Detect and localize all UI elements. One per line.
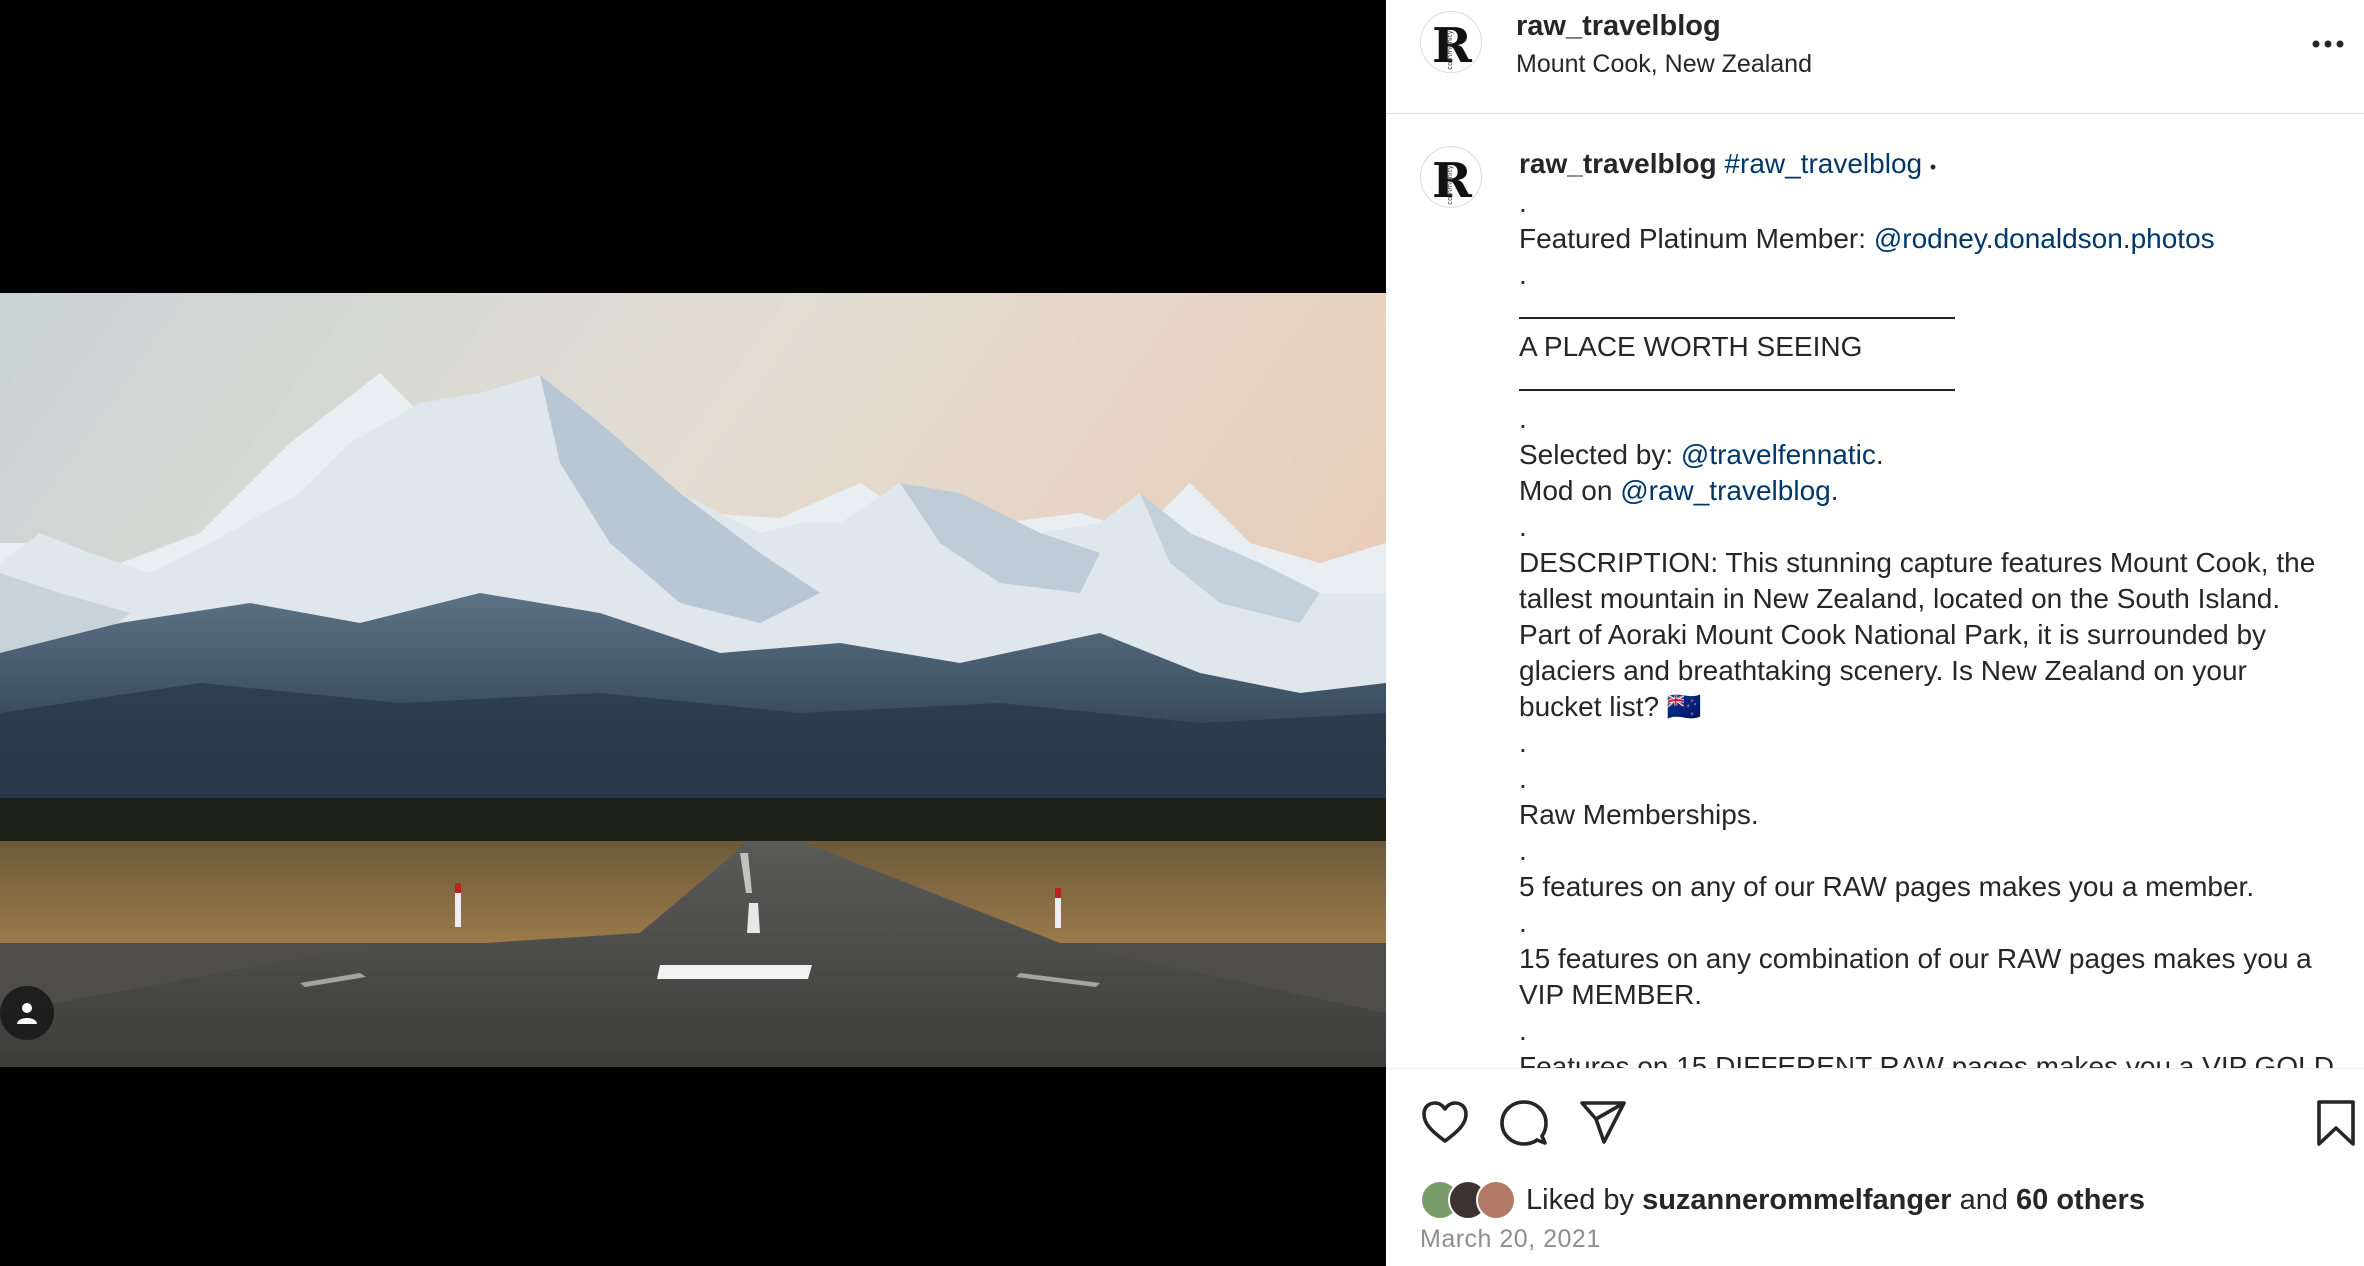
post-header: R community raw_travelblog Mount Cook, N… [1386,0,2364,114]
mountain-road-image [0,293,1386,1067]
caption-dot: . [1519,1015,1527,1046]
caption-dot: . [1519,259,1527,290]
actions-divider [1386,1068,2364,1069]
mod-handle[interactable]: @raw_travelblog [1620,475,1831,506]
caption-member-rule: 5 features on any of our RAW pages makes… [1519,871,2255,902]
likes-others[interactable]: 60 others [2016,1184,2145,1216]
post-panel: R community raw_travelblog Mount Cook, N… [1386,0,2364,1266]
avatar-subtext: community [1446,165,1454,204]
caption-dot: . [1519,403,1527,434]
mod-period: . [1830,475,1839,506]
caption-heading: A PLACE WORTH SEEING [1519,331,1863,362]
author-avatar[interactable]: R community [1420,11,1482,73]
avatar-subtext: community [1446,30,1454,69]
caption-memberships: Raw Memberships. [1519,799,1759,830]
likes-prefix: Liked by [1526,1183,1635,1216]
caption-vip-rule: 15 features on any combination of our RA… [1519,943,2312,1010]
post-location[interactable]: Mount Cook, New Zealand [1516,50,1812,79]
selected-handle[interactable]: @travelfennatic [1681,439,1876,470]
selected-period: . [1875,439,1884,470]
mod-line: Mod on @raw_travelblog. [1519,473,2331,509]
more-dots-icon[interactable] [2306,26,2350,62]
caption-vip-gold-rule: Features on 15 DIFFERENT RAW pages makes… [1519,1051,2334,1068]
featured-prefix: Featured Platinum Member: [1519,223,1867,254]
post-photo[interactable] [0,293,1386,1067]
caption-username[interactable]: raw_travelblog [1519,148,1717,179]
caption-divider [1519,293,1955,319]
post-date[interactable]: March 20, 2021 [1420,1225,1601,1254]
likes-text: Liked by suzannerommelfanger and 60 othe… [1526,1184,2145,1217]
caption-dot: . [1519,187,1527,218]
mod-prefix: Mod on [1519,475,1613,506]
caption-bullet: • [1929,157,1937,177]
user-tag-icon [17,1003,37,1024]
caption-dot: . [1519,763,1527,794]
liker-avatar[interactable] [1476,1180,1516,1220]
bookmark-icon[interactable] [2314,1098,2358,1148]
caption-dot: . [1519,727,1527,758]
heart-icon[interactable] [1420,1098,1470,1148]
caption-hashtag[interactable]: #raw_travelblog [1724,148,1922,179]
caption-text: raw_travelblog #raw_travelblog • . Featu… [1519,146,2334,1068]
comment-icon[interactable] [1499,1098,1549,1148]
featured-handle[interactable]: @rodney.donaldson.photos [1874,223,2215,254]
selected-prefix: Selected by: [1519,439,1674,470]
caption-scroll-area[interactable]: R community raw_travelblog #raw_travelbl… [1386,114,2364,1068]
likes-row: Liked by suzannerommelfanger and 60 othe… [1420,1178,2145,1222]
likes-joiner: and [1959,1183,2008,1216]
caption-divider [1519,365,1955,391]
caption-dot: . [1519,511,1527,542]
featured-line: Featured Platinum Member: @rodney.donald… [1519,221,2331,257]
caption-dot: . [1519,907,1527,938]
caption-first-line: raw_travelblog #raw_travelblog • [1519,146,2331,185]
caption-avatar[interactable]: R community [1420,146,1482,208]
caption-dot: . [1519,835,1527,866]
send-icon[interactable] [1578,1098,1628,1148]
post-media [0,0,1386,1266]
user-tag-button[interactable] [0,986,54,1040]
selected-line: Selected by: @travelfennatic. [1519,437,2331,473]
caption-description: DESCRIPTION: This stunning capture featu… [1519,547,2316,722]
likes-user[interactable]: suzannerommelfanger [1642,1184,1951,1216]
author-username[interactable]: raw_travelblog [1516,10,1721,43]
